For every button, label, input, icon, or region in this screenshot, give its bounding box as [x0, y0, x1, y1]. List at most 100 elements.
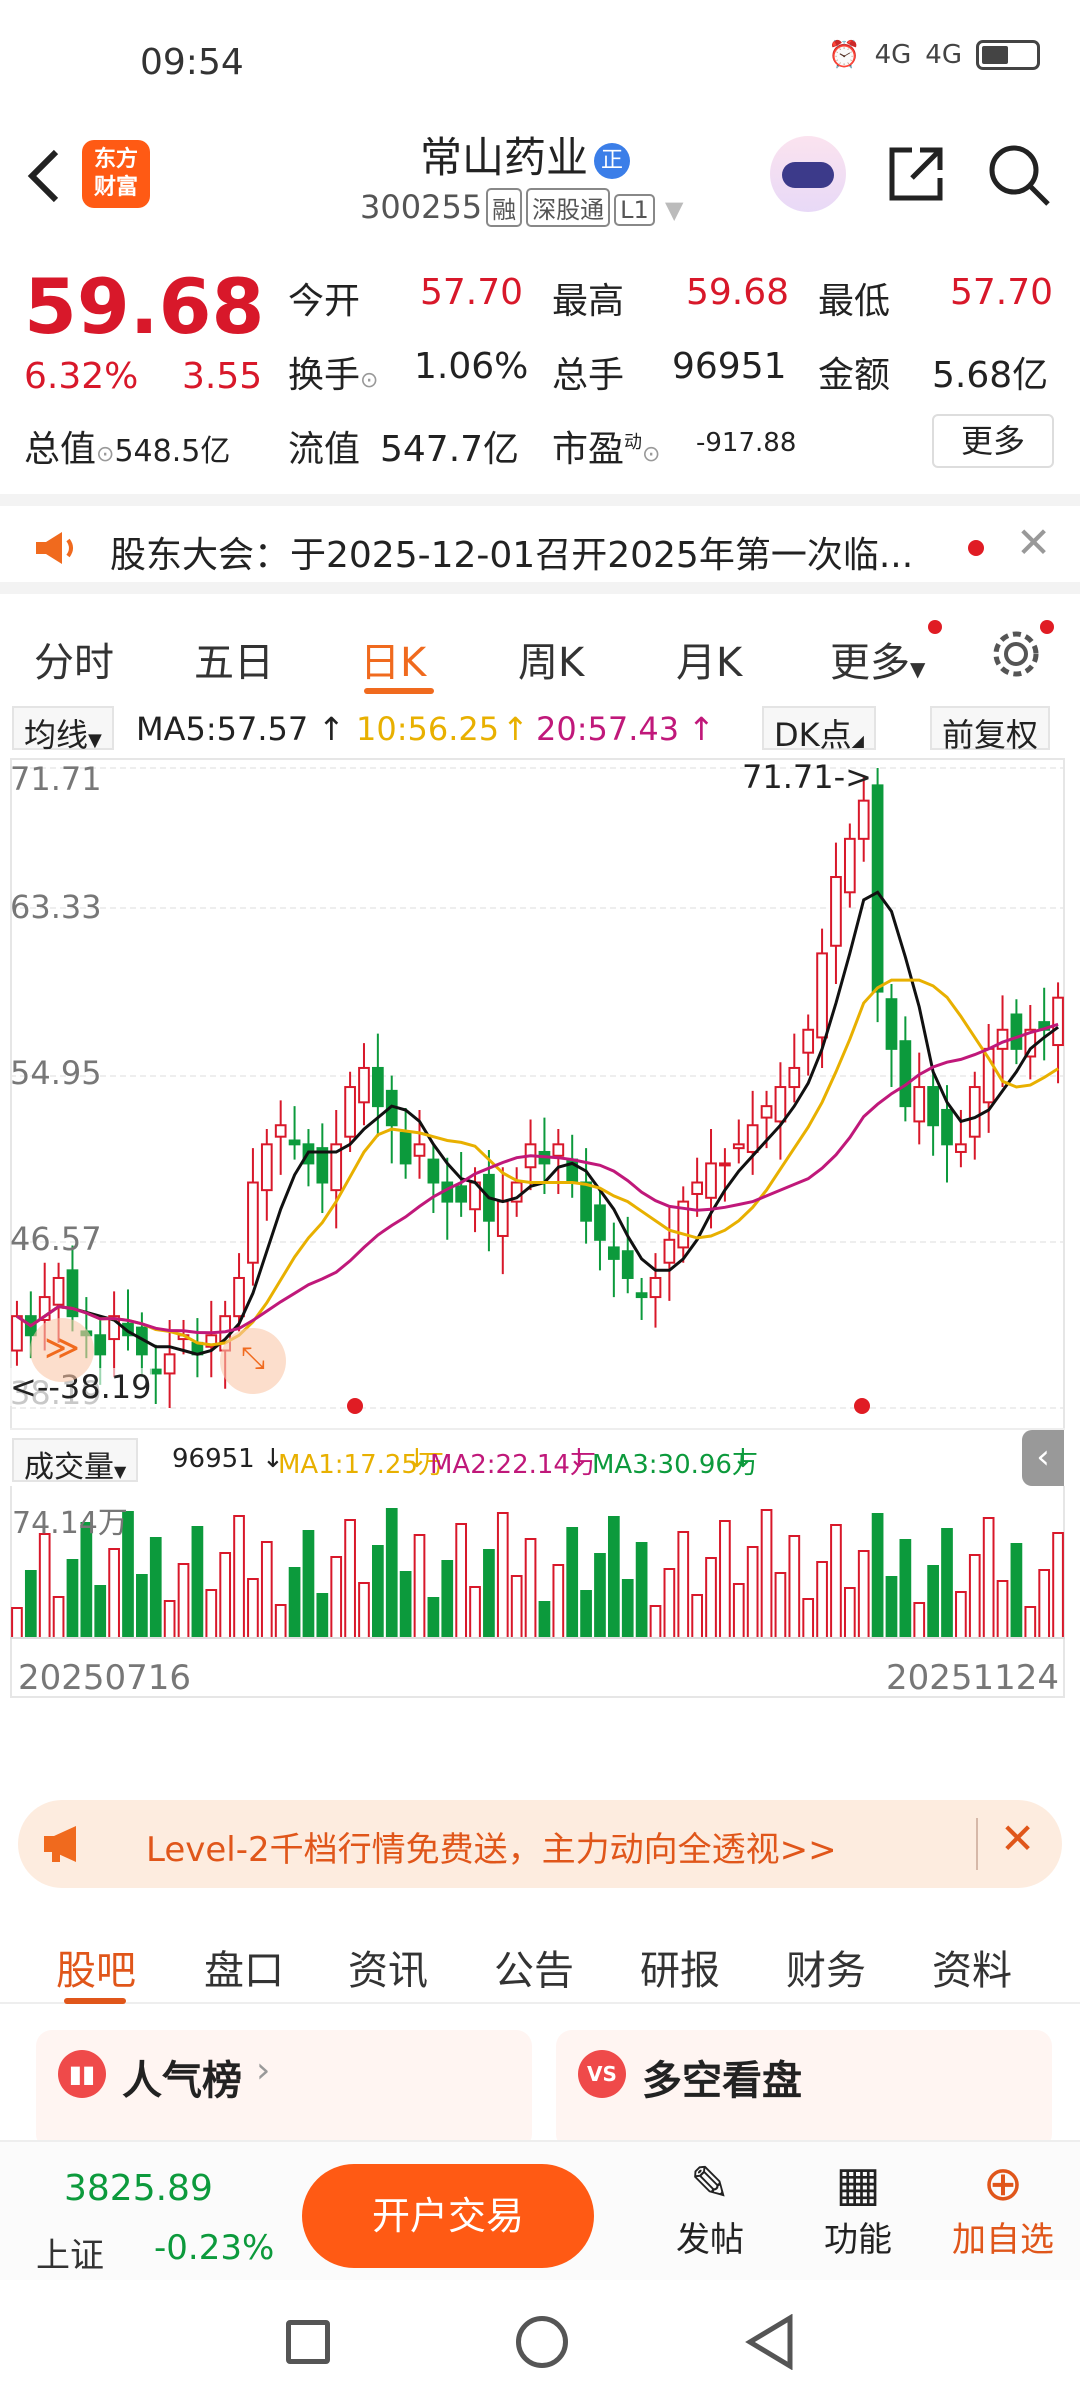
volume-bar	[24, 1570, 37, 1639]
volume-bar	[288, 1567, 301, 1639]
volume-bar	[871, 1513, 884, 1639]
candle-body	[996, 1028, 1009, 1050]
candle-body	[941, 1108, 953, 1146]
candle-body	[1010, 1013, 1023, 1050]
tab-guba[interactable]: 股吧	[56, 1938, 136, 1996]
tab-finance[interactable]: 财务	[786, 1938, 866, 1996]
candle-body	[399, 1131, 412, 1165]
function-button[interactable]: ▦ 功能	[820, 2156, 896, 2280]
bull-bear-card[interactable]: VS 多空看盘	[556, 2030, 1052, 2150]
assistant-avatar-icon[interactable]	[770, 136, 846, 212]
volume-bar	[705, 1557, 717, 1639]
tab-more[interactable]: 更多▼	[830, 630, 925, 688]
close-icon[interactable]: ✕	[1016, 518, 1051, 567]
volume-bar	[496, 1512, 509, 1639]
megaphone-icon	[40, 1822, 88, 1866]
period-tabs: 分时 五日 日K 周K 月K 更多▼	[0, 606, 1080, 696]
amount-label: 金额	[818, 355, 891, 396]
candle-body	[635, 1292, 648, 1299]
tab-indicator	[364, 688, 434, 694]
price-tick-2: 63.33	[10, 888, 102, 926]
candle-body	[830, 876, 842, 947]
tab-research[interactable]: 研报	[640, 1938, 720, 1996]
dk-point-button[interactable]: DK点◢	[762, 706, 876, 754]
low-value: 57.70	[950, 272, 1054, 313]
volume-bar	[163, 1600, 176, 1639]
close-icon[interactable]: ✕	[1000, 1814, 1035, 1863]
candle-body	[594, 1204, 606, 1241]
volume-bar	[746, 1546, 759, 1639]
home-icon[interactable]	[516, 2316, 568, 2368]
volume-bar	[372, 1545, 384, 1639]
stock-title: 常山药业正	[420, 124, 631, 185]
recents-icon[interactable]	[286, 2320, 330, 2364]
volume-bar	[1052, 1532, 1064, 1639]
ma5-arrow: ↑	[318, 710, 345, 748]
volume-bar	[663, 1568, 676, 1639]
volume-bar	[316, 1593, 329, 1639]
volume-bar	[830, 1524, 842, 1639]
volume-bar	[538, 1601, 551, 1639]
volume-bar	[635, 1542, 648, 1639]
collapse-icon[interactable]: ‹	[1022, 1430, 1064, 1486]
volume-bar	[38, 1533, 51, 1639]
level2-banner[interactable]: Level-2千档行情免费送，主力动向全透视>> ✕	[18, 1800, 1062, 1888]
volume-bar	[413, 1534, 426, 1639]
add-watchlist-button[interactable]: ⊕ 加自选	[948, 2156, 1058, 2280]
volume-bar	[510, 1575, 523, 1639]
volume-bar	[108, 1548, 120, 1639]
candle-body	[580, 1181, 592, 1222]
notice-text: 股东大会：于2025-12-01召开2025年第一次临...	[110, 535, 914, 576]
float-value: 547.7亿	[380, 429, 520, 470]
popularity-card[interactable]: ▮▮ 人气榜 ›	[36, 2030, 532, 2150]
candle-body	[260, 1143, 273, 1192]
tab-intraday[interactable]: 分时	[34, 630, 114, 688]
status-time: 09:54	[140, 42, 244, 83]
candle-body	[843, 837, 856, 894]
event-dot-1[interactable]	[347, 1398, 363, 1414]
back-icon[interactable]	[20, 146, 70, 206]
candle-body	[496, 1200, 509, 1237]
tab-news[interactable]: 资讯	[348, 1938, 428, 1996]
post-button[interactable]: ✎ 发帖	[672, 2156, 748, 2280]
tab-pankou[interactable]: 盘口	[204, 1938, 284, 1996]
expand-left-icon[interactable]: ≫	[30, 1318, 94, 1382]
tab-announcement[interactable]: 公告	[494, 1938, 574, 1996]
volume-bar	[441, 1560, 454, 1639]
volume-bar	[607, 1516, 620, 1639]
volume-bar	[469, 1586, 481, 1639]
tab-monthly-k[interactable]: 月K	[676, 630, 742, 688]
name-badge: 正	[594, 142, 631, 179]
tab-five-day[interactable]: 五日	[194, 630, 274, 688]
gear-icon[interactable]	[988, 626, 1044, 682]
adjust-button[interactable]: 前复权	[930, 706, 1051, 754]
candle-body	[968, 1086, 981, 1138]
ma5-value: MA5:57.57	[136, 710, 309, 748]
volume-bar	[1038, 1569, 1051, 1639]
ma20-value: 20:57.43	[536, 710, 680, 748]
tab-daily-k[interactable]: 日K	[360, 630, 426, 688]
candle-body	[94, 1334, 107, 1356]
pe-value: -917.88	[696, 428, 797, 458]
tab-profile[interactable]: 资料	[932, 1938, 1012, 1996]
volume-bar	[732, 1583, 745, 1639]
bull-bear-title: 多空看盘	[642, 2058, 802, 2104]
share-icon[interactable]	[884, 142, 948, 206]
resize-icon[interactable]: ⤡	[220, 1328, 286, 1394]
open-account-button[interactable]: 开户交易	[302, 2164, 594, 2268]
event-dot-2[interactable]	[854, 1398, 870, 1414]
more-button[interactable]: 更多	[932, 414, 1054, 468]
index-value[interactable]: 3825.89	[64, 2168, 213, 2209]
volume-bar	[594, 1553, 606, 1639]
kline-svg	[10, 758, 1065, 1698]
ma-selector[interactable]: 均线▼	[12, 706, 114, 754]
volume-selector[interactable]: 成交量▼	[12, 1438, 139, 1485]
candle-body	[885, 998, 898, 1050]
tab-weekly-k[interactable]: 周K	[518, 630, 584, 688]
back-nav-icon[interactable]	[742, 2313, 798, 2371]
notice-bar[interactable]: 股东大会：于2025-12-01召开2025年第一次临... ✕	[0, 494, 1080, 594]
search-icon[interactable]	[986, 142, 1052, 208]
high-value: 59.68	[686, 272, 790, 313]
kline-chart[interactable]: 71.71 63.33 54.95 46.57 38.19 71.71-> <-…	[10, 758, 1065, 1698]
content-tabs: 股吧 盘口 资讯 公告 研报 财务 资料	[0, 1914, 1080, 2004]
